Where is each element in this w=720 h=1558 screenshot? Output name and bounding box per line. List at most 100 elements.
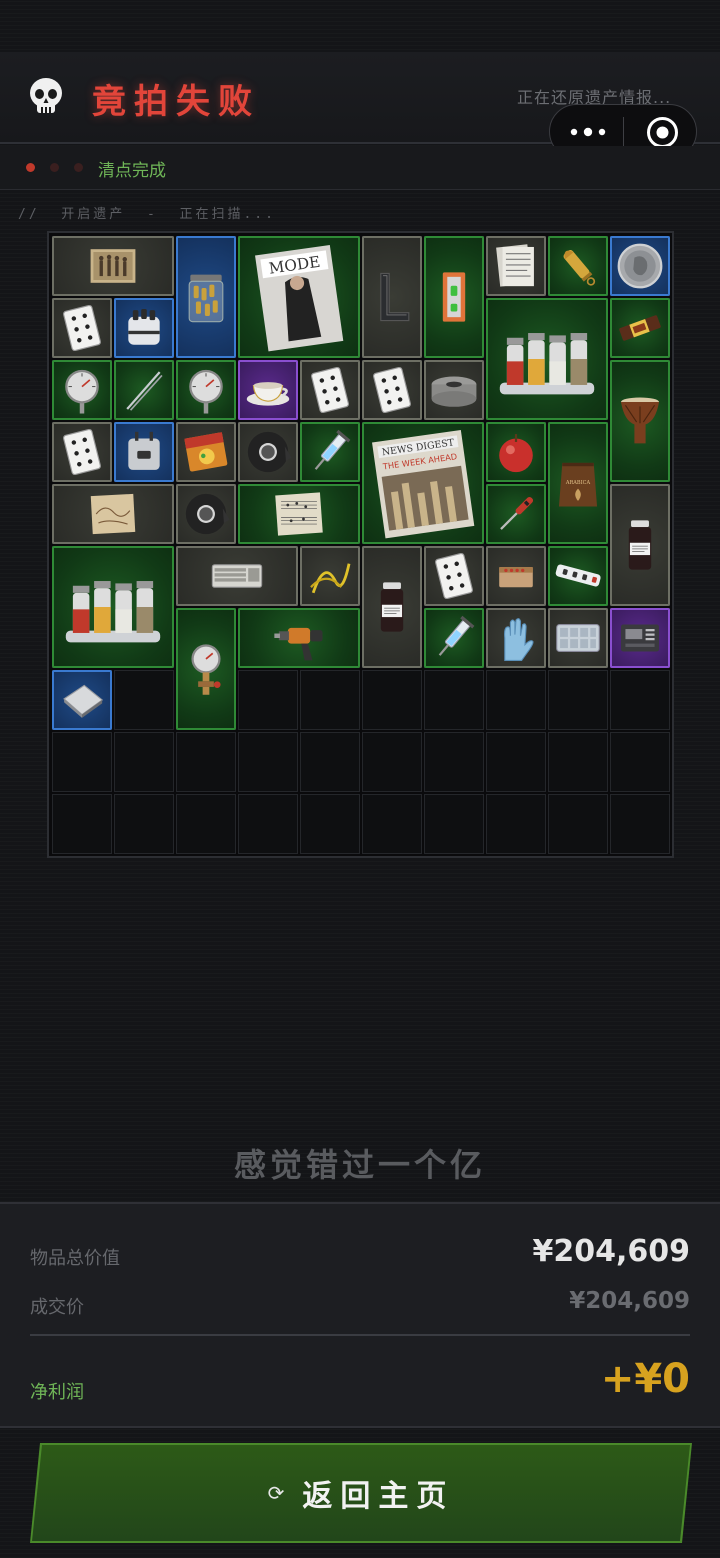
coffee-bag-item[interactable]: ARABICA — [548, 422, 608, 544]
more-dots-icon[interactable] — [568, 119, 608, 145]
return-home-label: 返回主页 — [302, 1479, 455, 1514]
tape-roll-item[interactable] — [424, 360, 484, 420]
screwdriver-icon — [500, 496, 534, 530]
svg-text:ARABICA: ARABICA — [565, 480, 591, 486]
newspaper-item[interactable]: NEWS DIGEST THE WEEK AHEAD — [362, 422, 484, 544]
vial-icon — [628, 520, 652, 570]
syringe-item[interactable] — [300, 422, 360, 482]
jar-icon — [188, 274, 224, 323]
sample-vial-item[interactable] — [610, 484, 670, 606]
cable-icon — [310, 563, 351, 594]
inventory-slot — [52, 794, 112, 854]
inventory-slot — [52, 732, 112, 792]
missed-caption: 感觉错过一个亿 — [233, 1146, 486, 1184]
power-strip-item[interactable] — [548, 546, 608, 606]
screwdriver-item[interactable] — [486, 484, 546, 544]
card-icon — [63, 304, 101, 352]
page-title: 竟拍失败 — [92, 82, 260, 122]
inventory-slot — [114, 670, 174, 730]
inventory-slot — [300, 794, 360, 854]
inventory-slot — [238, 670, 298, 730]
inventory-slot — [548, 794, 608, 854]
cable-bundle-item[interactable] — [300, 546, 360, 606]
status-dot — [26, 163, 35, 172]
duct-tape-item[interactable] — [238, 422, 298, 482]
scan-progress-text: // 开启遗产 - 正在扫描... — [18, 207, 276, 222]
thermometer-item[interactable] — [52, 360, 112, 420]
inventory-slot — [300, 670, 360, 730]
status-bar: 清点完成 — [0, 146, 720, 190]
documents-item[interactable] — [486, 236, 546, 296]
total-value: ¥204,609 — [532, 1234, 690, 1269]
tweezers-item[interactable] — [114, 360, 174, 420]
playing-card-item[interactable] — [362, 360, 422, 420]
device-icon — [620, 624, 660, 652]
playing-card-item[interactable] — [424, 546, 484, 606]
spice-rack-item[interactable] — [486, 298, 608, 420]
spice-rack-item[interactable] — [52, 546, 174, 668]
matches-icon — [499, 567, 533, 588]
card-icon — [311, 366, 349, 414]
deal-price: ¥204,609 — [569, 1288, 690, 1314]
drum-item[interactable] — [610, 360, 670, 482]
status-dot — [50, 163, 59, 172]
sample-vial-item[interactable] — [362, 546, 422, 668]
card-icon — [435, 552, 473, 600]
playing-card-item[interactable] — [52, 422, 112, 482]
power-drill-item[interactable] — [238, 608, 360, 668]
playing-card-item[interactable] — [52, 298, 112, 358]
syringe-item[interactable] — [424, 608, 484, 668]
level-tool-item[interactable] — [424, 236, 484, 358]
inventory-slot — [176, 794, 236, 854]
pills-icon — [128, 308, 160, 345]
medicine-box-item[interactable] — [114, 298, 174, 358]
skull-icon — [30, 78, 62, 113]
keyboard-item[interactable] — [176, 546, 298, 606]
papers-icon — [496, 244, 534, 287]
inventory-slot — [548, 732, 608, 792]
apple-item[interactable] — [486, 422, 546, 482]
spice-icon — [499, 333, 595, 395]
inventory-slot — [486, 670, 546, 730]
refresh-icon: ⟳ — [267, 1481, 285, 1505]
power-adapter-item[interactable] — [114, 422, 174, 482]
pressure-icon — [191, 644, 221, 695]
thermometer-item[interactable] — [176, 360, 236, 420]
net-profit-value: +¥0 — [600, 1356, 690, 1402]
panel-divider — [30, 1334, 690, 1336]
silver-coin-item[interactable] — [610, 236, 670, 296]
silver-plate-item[interactable] — [52, 670, 112, 730]
return-home-button[interactable]: ⟳ 返回主页 — [32, 1445, 690, 1541]
snack-icon — [184, 432, 228, 472]
capsule-divider — [623, 117, 624, 148]
teacup-icon — [246, 382, 290, 406]
teacup-item[interactable] — [238, 360, 298, 420]
old-photo-item[interactable] — [52, 236, 174, 296]
metal-bracket-item[interactable] — [362, 236, 422, 358]
matchbox-item[interactable] — [486, 546, 546, 606]
sheet-music-item[interactable] — [238, 484, 360, 544]
level-icon — [442, 272, 466, 322]
circuit-device-item[interactable] — [610, 608, 670, 668]
powerstrip-icon — [555, 564, 601, 587]
playing-card-item[interactable] — [300, 360, 360, 420]
duct-tape-item[interactable] — [176, 484, 236, 544]
chocolate-bar-item[interactable] — [610, 298, 670, 358]
pressure-gauge-item[interactable] — [176, 608, 236, 730]
inventory-slot — [610, 670, 670, 730]
inventory-slot — [114, 794, 174, 854]
card-icon — [373, 366, 411, 414]
magazine-icon: MODE — [255, 245, 344, 352]
inventory-slot — [486, 794, 546, 854]
vial-icon — [380, 582, 404, 632]
brass-cartridge-item[interactable] — [548, 236, 608, 296]
newspaper-icon: NEWS DIGESTTHE WEEK AHEAD — [372, 430, 475, 539]
rubber-gloves-item[interactable] — [486, 608, 546, 668]
gauge-icon — [189, 369, 223, 414]
snack-pack-item[interactable] — [176, 422, 236, 482]
bullet-jar-item[interactable] — [176, 236, 236, 358]
pill-tray-item[interactable] — [548, 608, 608, 668]
fashion-magazine-item[interactable]: MODE — [238, 236, 360, 358]
target-close-icon[interactable] — [646, 116, 679, 149]
old-map-item[interactable] — [52, 484, 174, 544]
